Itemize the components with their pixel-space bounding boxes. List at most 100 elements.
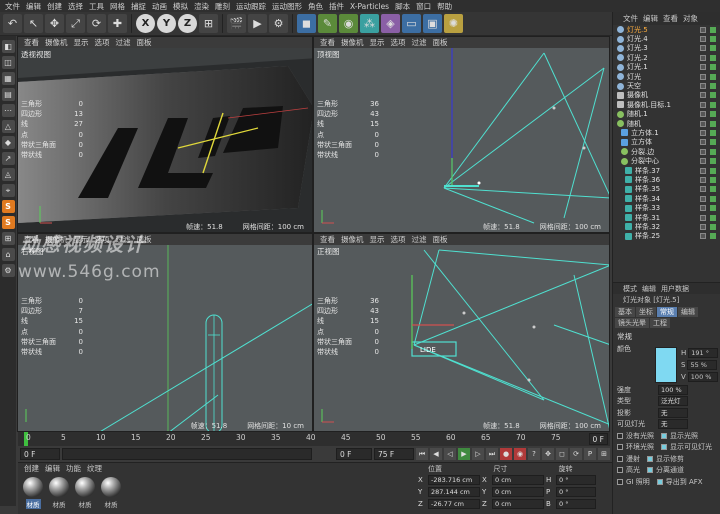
checkbox[interactable]	[617, 478, 623, 485]
menu-item[interactable]: 捕捉	[128, 1, 149, 12]
enabled-check-icon[interactable]	[710, 64, 716, 71]
enabled-check-icon[interactable]	[710, 36, 716, 43]
object-menu-item[interactable]: 文件	[623, 13, 638, 24]
move-key-icon[interactable]: ✥	[542, 448, 554, 460]
viewport-menu-item[interactable]: 查看	[24, 37, 39, 48]
checkbox[interactable]	[617, 467, 623, 474]
undo-icon[interactable]: ↶	[3, 14, 22, 33]
enabled-check-icon[interactable]	[710, 73, 716, 80]
start-frame-field[interactable]: 0 F	[336, 448, 372, 460]
menu-item[interactable]: 工具	[86, 1, 107, 12]
max-frame-field[interactable]: 75 F	[374, 448, 414, 460]
visibility-toggle-icon[interactable]	[700, 73, 706, 80]
current-frame-field[interactable]: 0 F	[20, 448, 60, 460]
light-color-swatch[interactable]	[655, 347, 677, 383]
visibility-toggle-icon[interactable]	[700, 223, 706, 230]
rotation-field[interactable]: 0 °	[556, 499, 596, 509]
sculpt-s-icon[interactable]: S	[1, 200, 15, 213]
visibility-toggle-icon[interactable]	[700, 158, 706, 165]
menu-item[interactable]: 窗口	[413, 1, 434, 12]
object-list-item[interactable]: 分裂.边	[613, 147, 720, 156]
visibility-toggle-icon[interactable]	[700, 111, 706, 118]
object-list-item[interactable]: 立方体.1	[613, 128, 720, 137]
viewport-menu-item[interactable]: 显示	[74, 37, 89, 48]
material-menu-item[interactable]: 编辑	[45, 463, 60, 474]
object-list-item[interactable]: 样条.32	[613, 222, 720, 231]
enabled-check-icon[interactable]	[710, 45, 716, 52]
rotation-field[interactable]: 0 °	[556, 487, 596, 497]
object-menu-item[interactable]: 查看	[663, 13, 678, 24]
menu-item[interactable]: 渲染	[191, 1, 212, 12]
visibility-toggle-icon[interactable]	[700, 176, 706, 183]
object-list-item[interactable]: 样条.37	[613, 166, 720, 175]
checkbox[interactable]	[617, 432, 623, 439]
enabled-check-icon[interactable]	[710, 129, 716, 136]
lock-icon[interactable]: ⌂	[1, 248, 15, 261]
spline-pen-icon[interactable]: ✎	[318, 14, 337, 33]
material-thumbnail[interactable]: 材质	[74, 477, 96, 511]
viewport-menu-item[interactable]: 摄像机	[45, 37, 68, 48]
object-list-item[interactable]: 样条.36	[613, 175, 720, 184]
viewport-menu-item[interactable]: 过滤	[412, 37, 427, 48]
material-thumbnail[interactable]: 材质	[100, 477, 122, 511]
menu-item[interactable]: 运动图形	[269, 1, 305, 12]
menu-item[interactable]: 选择	[65, 1, 86, 12]
render-settings-icon[interactable]: ⚙	[269, 14, 288, 33]
workplane-icon[interactable]: ▤	[1, 88, 15, 101]
visibility-toggle-icon[interactable]	[700, 205, 706, 212]
menu-item[interactable]: 编辑	[23, 1, 44, 12]
viewport-menu-item[interactable]: 面板	[433, 37, 448, 48]
grid-key-icon[interactable]: ⊞	[598, 448, 610, 460]
object-list-item[interactable]: 摄像机	[613, 91, 720, 100]
checkbox[interactable]	[661, 432, 667, 439]
viewport-menu-item[interactable]: 过滤	[412, 234, 427, 245]
object-list-item[interactable]: 灯光.5	[613, 25, 720, 34]
menu-item[interactable]: 插件	[326, 1, 347, 12]
material-menu-item[interactable]: 创建	[24, 463, 39, 474]
object-list-item[interactable]: 样条.35	[613, 185, 720, 194]
material-thumbnail[interactable]: 材质	[22, 477, 44, 511]
material-menu-item[interactable]: 功能	[66, 463, 81, 474]
visibility-toggle-icon[interactable]	[700, 148, 706, 155]
enabled-check-icon[interactable]	[710, 214, 716, 221]
timeline-ruler[interactable]: 0 F 0 5 10 15 20 25 30 35 40 45 50 55 60 65 70 75	[18, 432, 610, 446]
go-start-icon[interactable]: ⏮	[416, 448, 428, 460]
viewport-perspective[interactable]: 查看 摄像机 显示 选项 过滤 面板 透视视图 三角形 0 四边形 13 线 27 点 0 带状三角面 0 带…	[17, 36, 313, 233]
array-icon[interactable]: ⁂	[360, 14, 379, 33]
viewport-menu-item[interactable]: 选项	[391, 234, 406, 245]
viewport-menu-item[interactable]: 查看	[320, 234, 335, 245]
scale-icon[interactable]: ⤢	[66, 14, 85, 33]
menu-item[interactable]: 模拟	[170, 1, 191, 12]
object-list-item[interactable]: 天空	[613, 81, 720, 90]
visibility-toggle-icon[interactable]	[700, 64, 706, 71]
enabled-check-icon[interactable]	[710, 148, 716, 155]
enabled-check-icon[interactable]	[710, 186, 716, 193]
menu-item[interactable]: 文件	[2, 1, 23, 12]
saturation-field[interactable]: 55 %	[687, 360, 718, 370]
edges-mode-icon[interactable]: △	[1, 120, 15, 133]
viewport-menu-item[interactable]: 摄像机	[341, 37, 364, 48]
x-axis-button[interactable]: X	[136, 14, 155, 33]
prev-key-icon[interactable]: ◀	[430, 448, 442, 460]
hue-field[interactable]: 191 °	[688, 348, 719, 358]
viewport-menu-item[interactable]: 面板	[433, 234, 448, 245]
viewport-menu-item[interactable]: 过滤	[116, 37, 131, 48]
enabled-check-icon[interactable]	[710, 167, 716, 174]
render-picture-icon[interactable]: ▶	[248, 14, 267, 33]
make-editable-icon[interactable]: ◧	[1, 40, 15, 53]
record-icon[interactable]: ●	[500, 448, 512, 460]
size-field[interactable]: 0 cm	[492, 475, 544, 485]
attribute-value[interactable]: 无	[658, 407, 688, 418]
checkbox[interactable]	[617, 455, 623, 462]
menu-item[interactable]: 运动跟踪	[233, 1, 269, 12]
object-list-item[interactable]: 灯光.4	[613, 34, 720, 43]
visibility-toggle-icon[interactable]	[700, 101, 706, 108]
object-list-item[interactable]: 随机.1	[613, 110, 720, 119]
menu-item[interactable]: X-Particles	[347, 2, 392, 11]
size-field[interactable]: 0 cm	[492, 487, 544, 497]
frame-range-slider[interactable]	[62, 448, 312, 460]
attribute-tab[interactable]: 基本	[615, 307, 635, 317]
visibility-toggle-icon[interactable]	[700, 214, 706, 221]
rotate-key-icon[interactable]: ⟳	[570, 448, 582, 460]
attribute-tab[interactable]: 编辑	[678, 307, 698, 317]
